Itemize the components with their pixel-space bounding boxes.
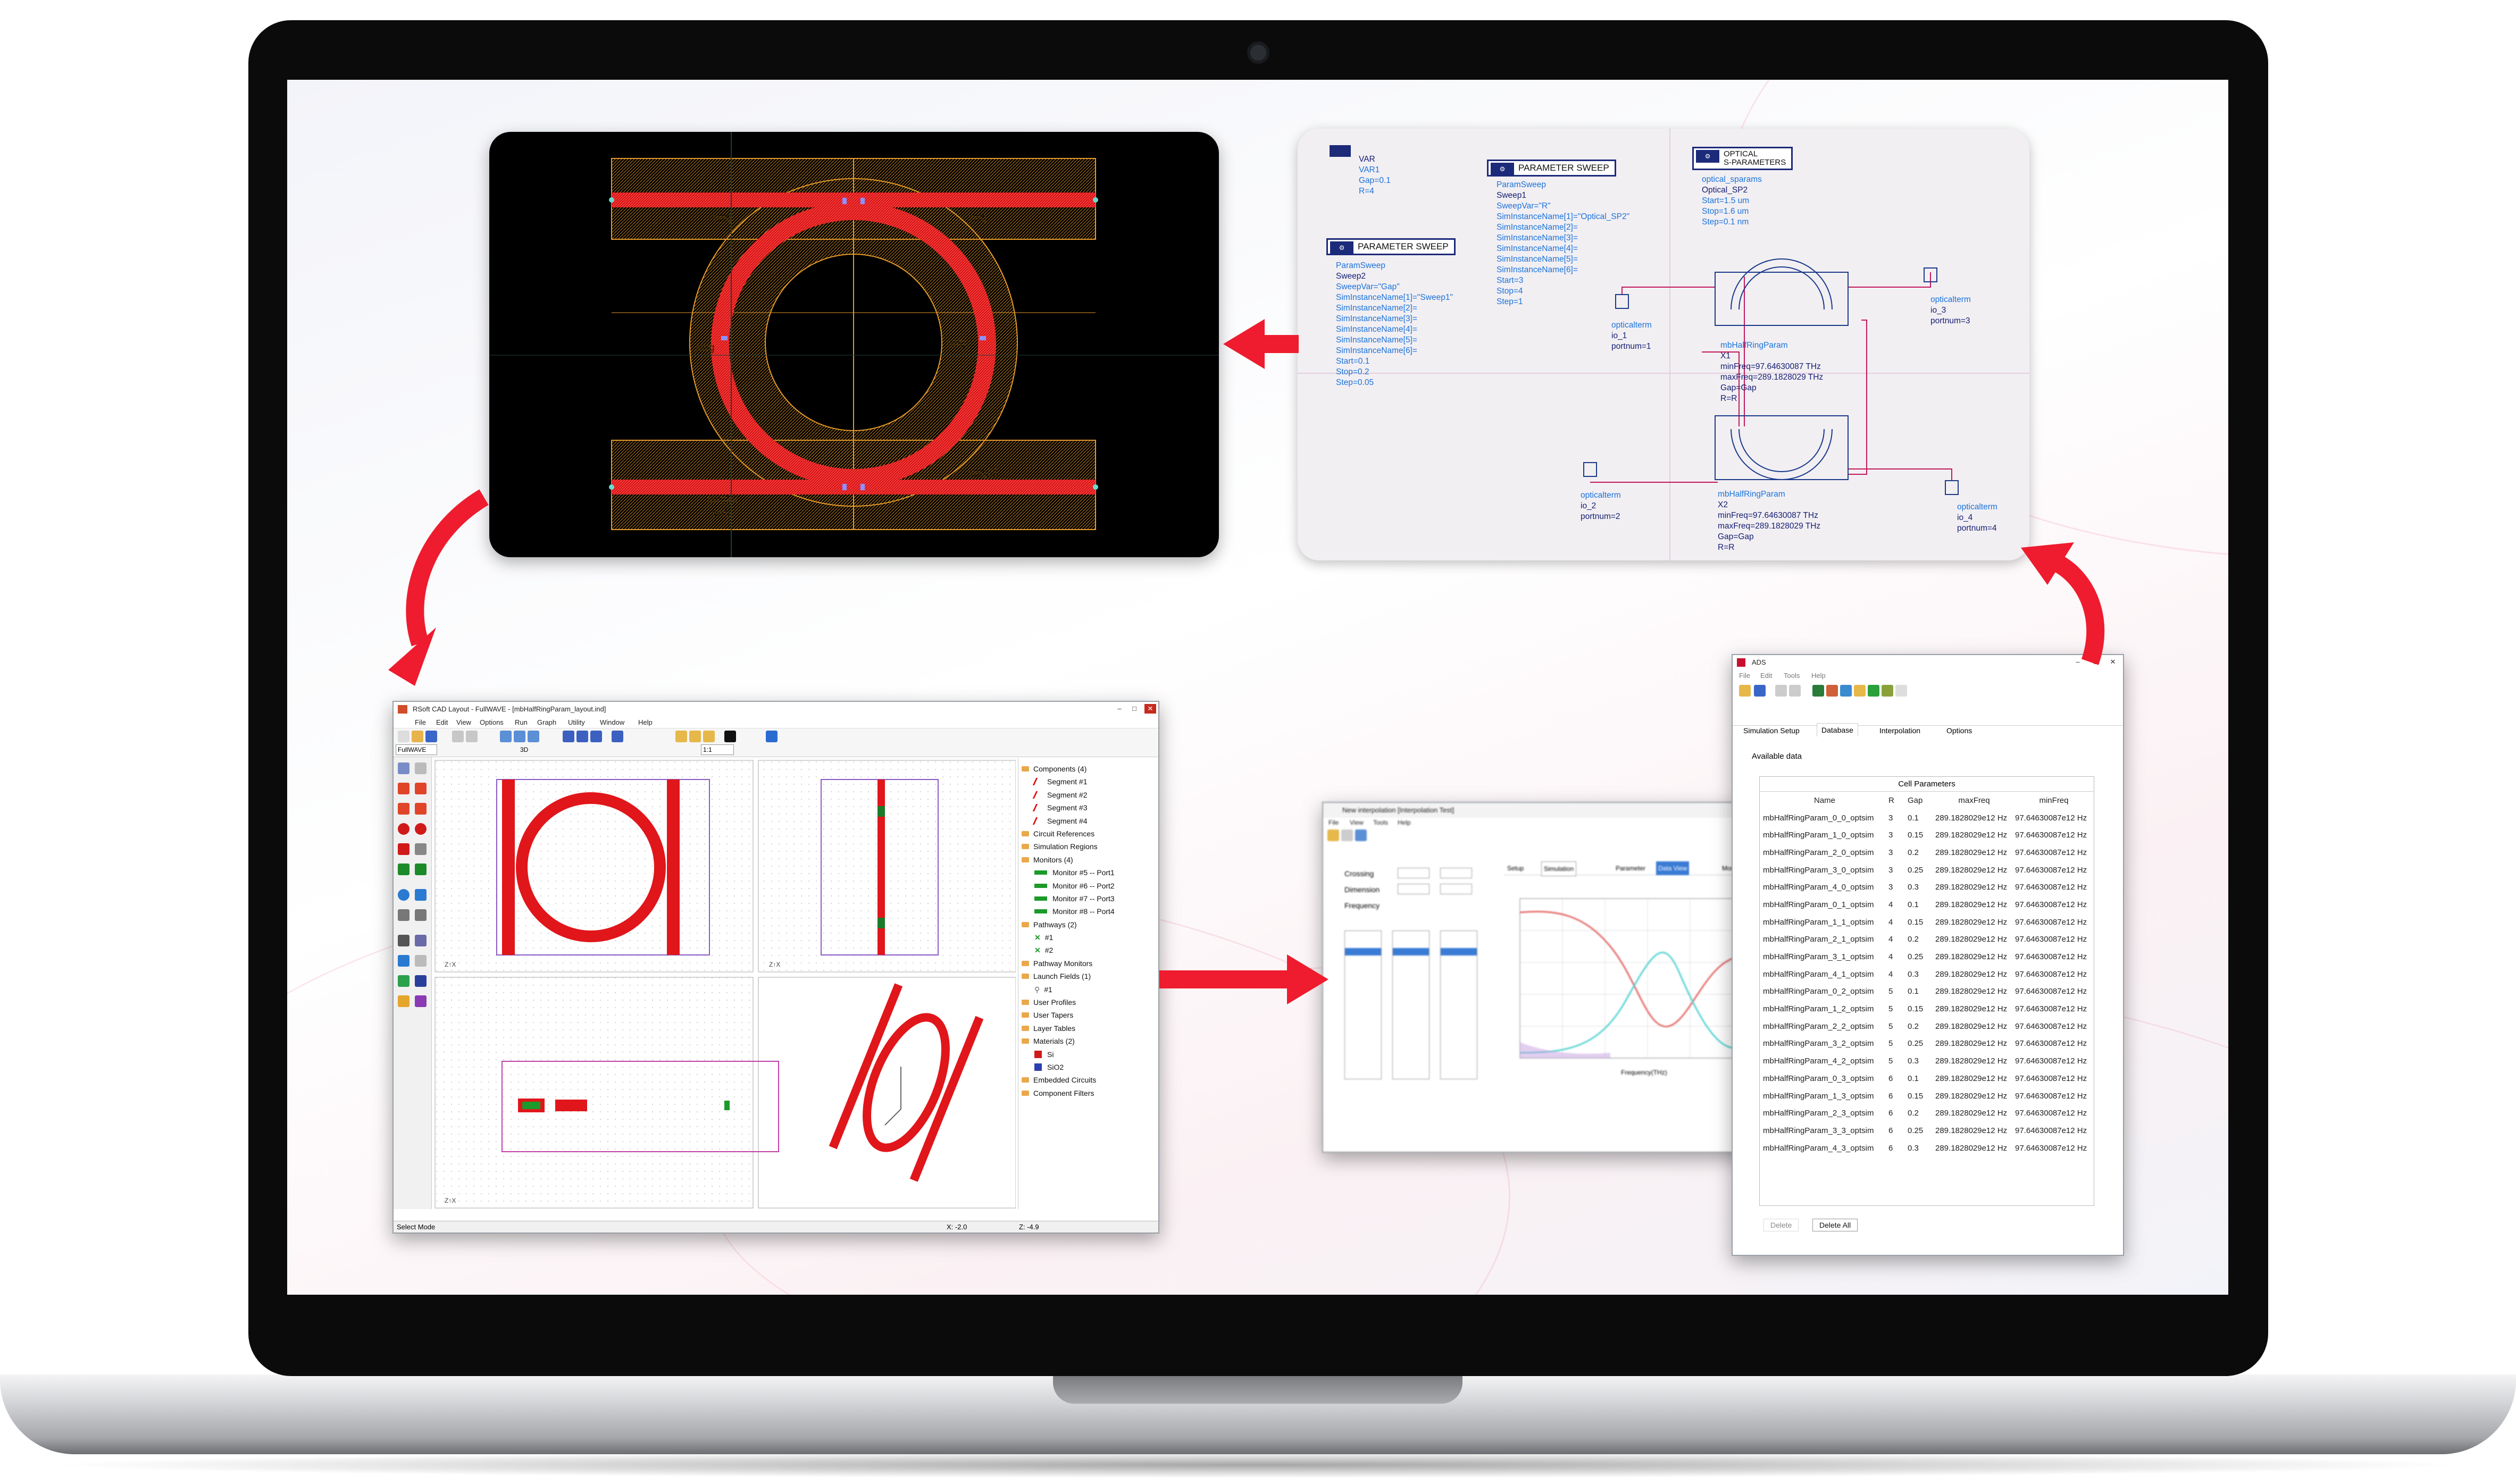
- flow-arrows: [388, 319, 2105, 1004]
- arrow-schematic-to-layout: [1223, 319, 1299, 369]
- arrow-ads-to-schematic: [2049, 552, 2105, 665]
- arrow-layout-to-rsoft: [406, 489, 489, 647]
- arrow-rsoft-to-interp: [1159, 954, 1328, 1004]
